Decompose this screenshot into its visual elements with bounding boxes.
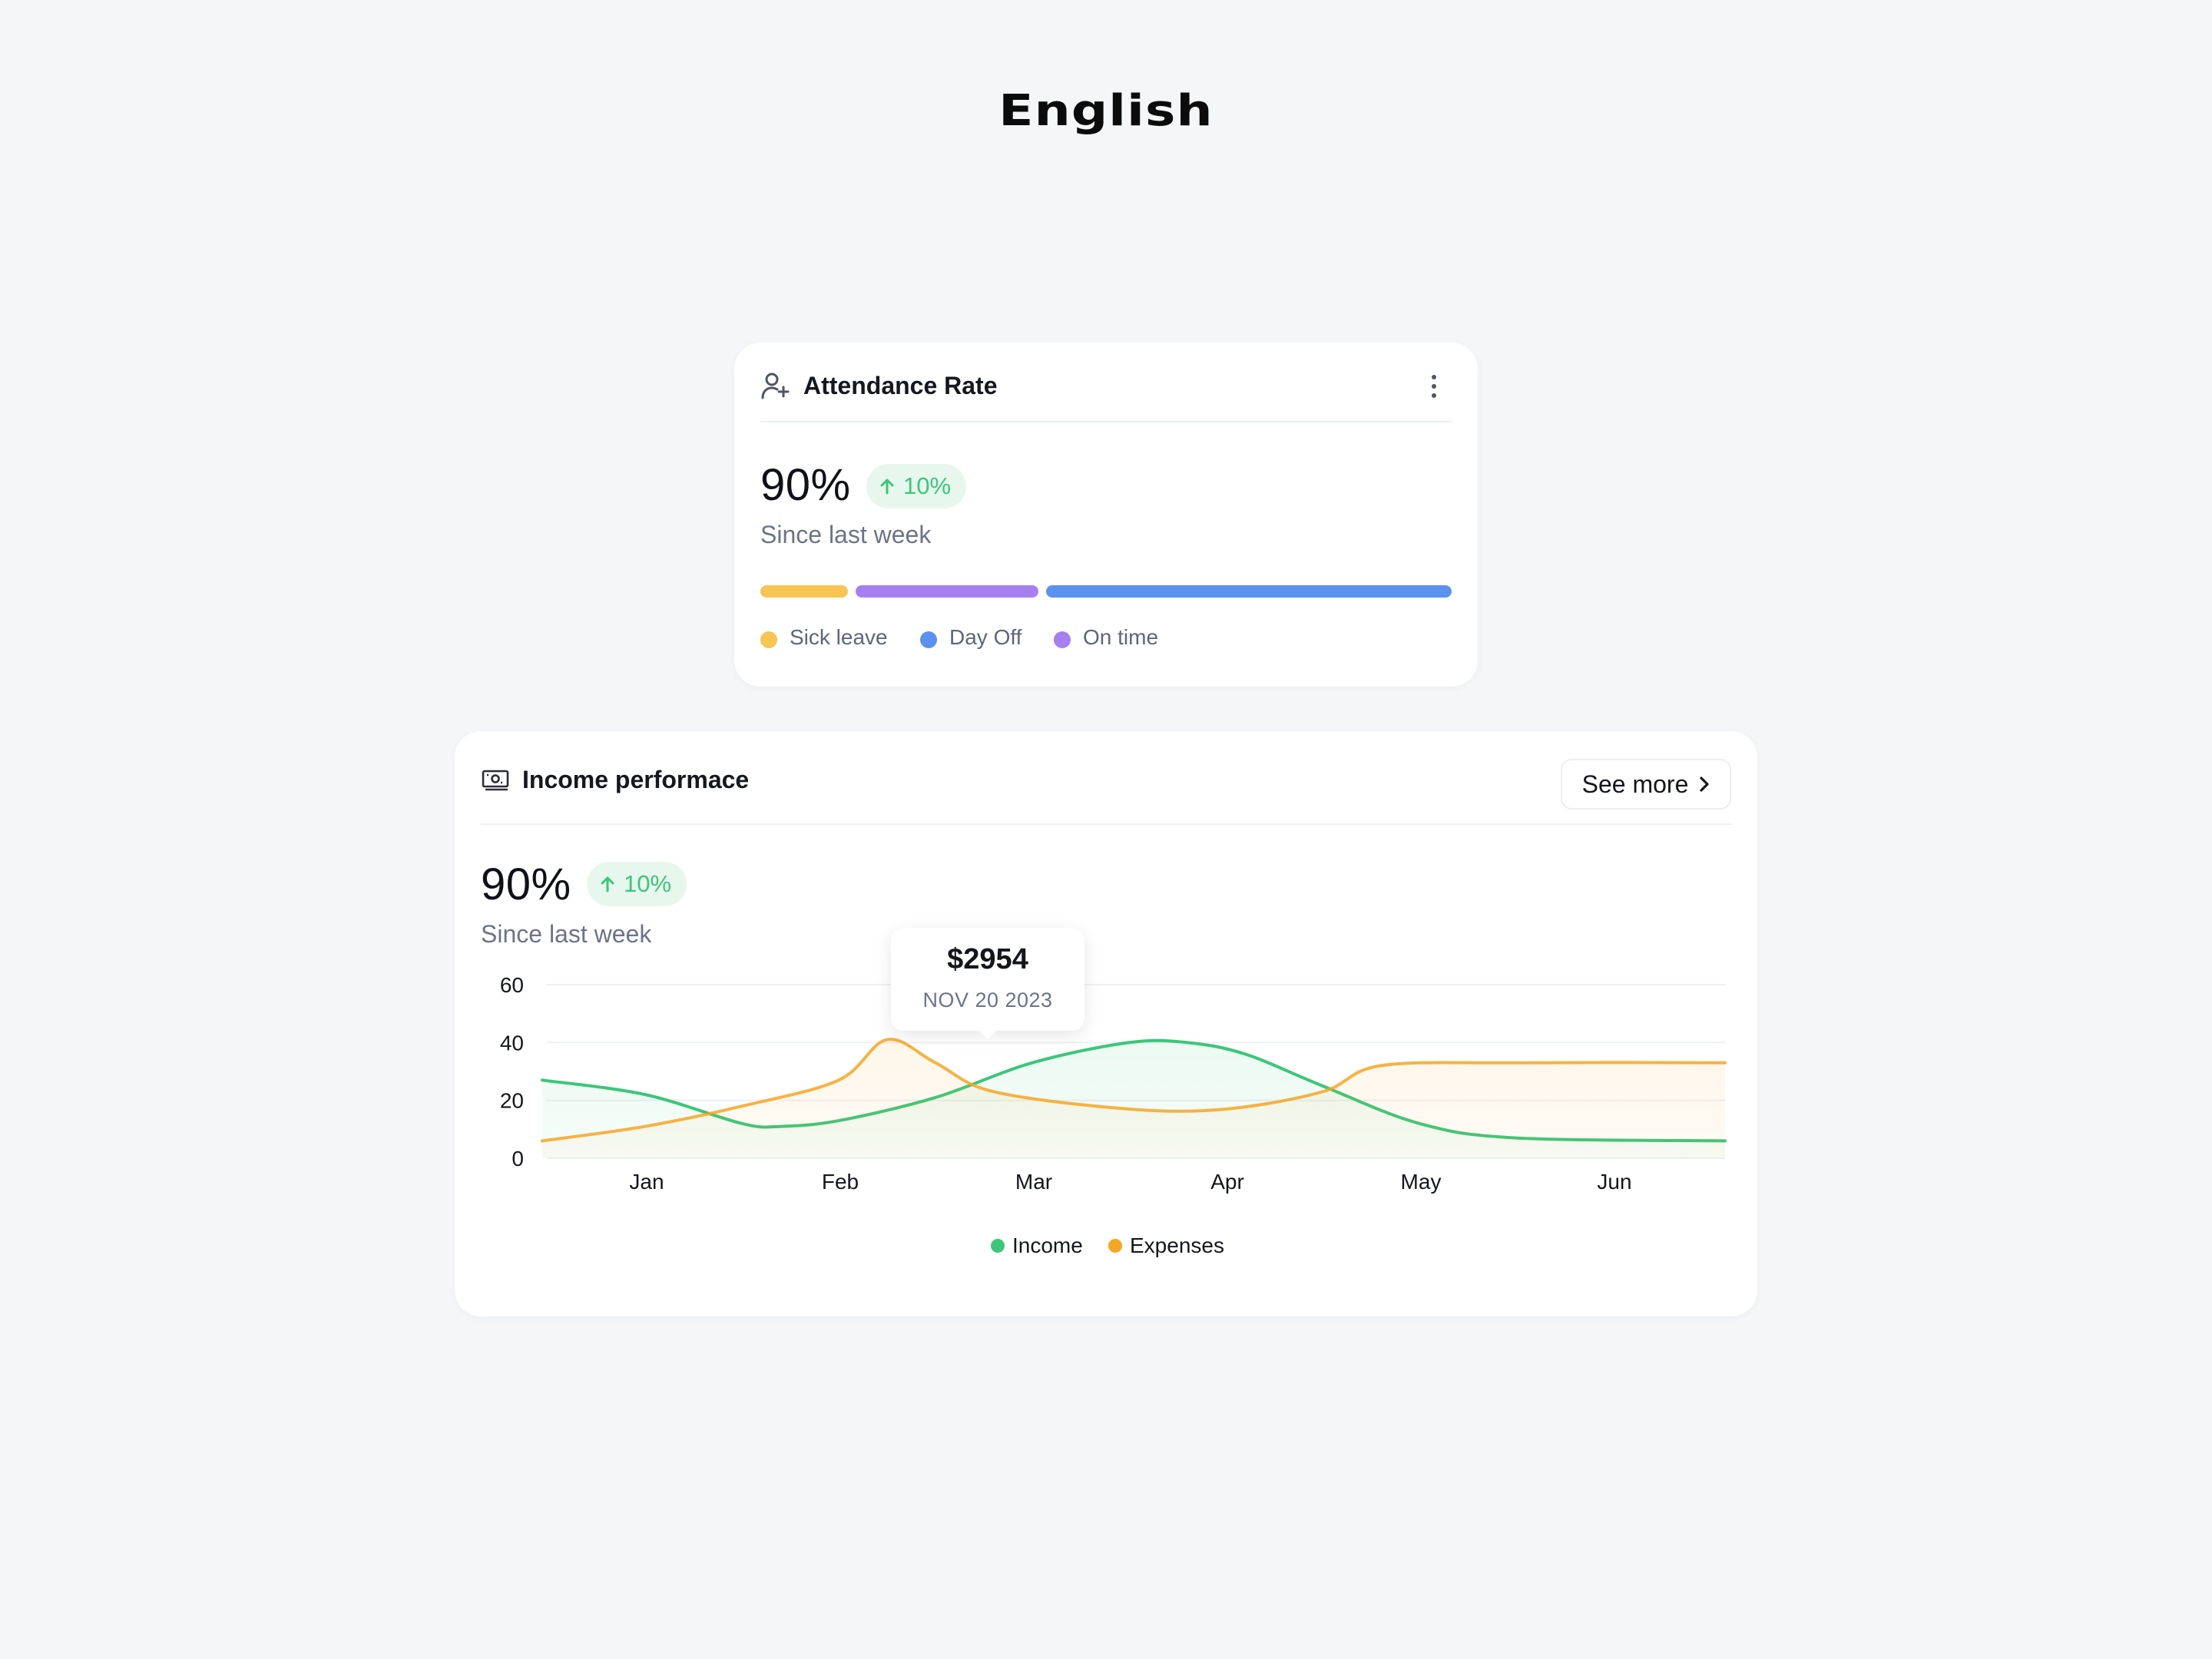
attendance-divider xyxy=(760,421,1452,422)
attendance-header: Attendance Rate xyxy=(760,370,1452,401)
y-tick-label: 0 xyxy=(512,1147,524,1171)
x-tick-label: Apr xyxy=(1210,1170,1244,1194)
legend-dot xyxy=(920,631,937,648)
legend-label: Day Off xyxy=(949,625,1022,649)
legend-sick-leave: Sick leave xyxy=(760,625,888,650)
legend-dot xyxy=(760,631,777,648)
legend-on-time: On time xyxy=(1054,625,1158,650)
attendance-title: Attendance Rate xyxy=(803,371,998,399)
legend-label: Income xyxy=(1012,1233,1083,1257)
bar-segment-on-time xyxy=(856,585,1038,598)
x-tick-label: Jun xyxy=(1597,1170,1631,1194)
attendance-since: Since last week xyxy=(760,521,932,548)
income-chart: 0 20 40 60 Jan Feb Mar Apr May Jun xyxy=(500,973,1727,1194)
y-tick-label: 40 xyxy=(500,1031,524,1055)
x-tick-label: Mar xyxy=(1015,1170,1052,1194)
bar-segment-sick-leave xyxy=(760,585,849,598)
y-tick-label: 60 xyxy=(500,973,524,997)
legend-expenses: Expenses xyxy=(1108,1233,1224,1258)
legend-day-off: Day Off xyxy=(920,625,1022,650)
attendance-change-badge: 10% xyxy=(866,464,967,508)
legend-label: Sick leave xyxy=(790,625,888,649)
x-tick-label: Feb xyxy=(822,1170,859,1194)
arrow-up-icon xyxy=(880,478,894,495)
x-tick-label: May xyxy=(1401,1170,1442,1194)
legend-dot xyxy=(1108,1239,1122,1253)
income-card: Income performace See more 90% 10% Since… xyxy=(455,731,1757,1316)
attendance-change-value: 10% xyxy=(903,472,952,499)
chart-tooltip: $2954 NOV 20 2023 xyxy=(891,928,1084,1040)
x-tick-label: Jan xyxy=(629,1170,664,1194)
legend-dot xyxy=(1054,631,1071,648)
attendance-card: Attendance Rate 90% 10% Since last week … xyxy=(734,343,1478,687)
legend-dot xyxy=(991,1239,1005,1253)
user-add-icon xyxy=(760,370,791,401)
y-tick-label: 20 xyxy=(500,1089,524,1113)
legend-label: Expenses xyxy=(1130,1233,1224,1257)
tooltip-value: $2954 xyxy=(947,943,1028,975)
bar-segment-day-off xyxy=(1046,585,1452,598)
tooltip-date: NOV 20 2023 xyxy=(922,988,1053,1012)
legend-label: On time xyxy=(1083,625,1159,649)
more-options-icon[interactable] xyxy=(1432,375,1439,402)
attendance-value: 90% xyxy=(760,460,851,510)
page-title: English xyxy=(998,86,1214,136)
legend-income: Income xyxy=(991,1233,1083,1258)
